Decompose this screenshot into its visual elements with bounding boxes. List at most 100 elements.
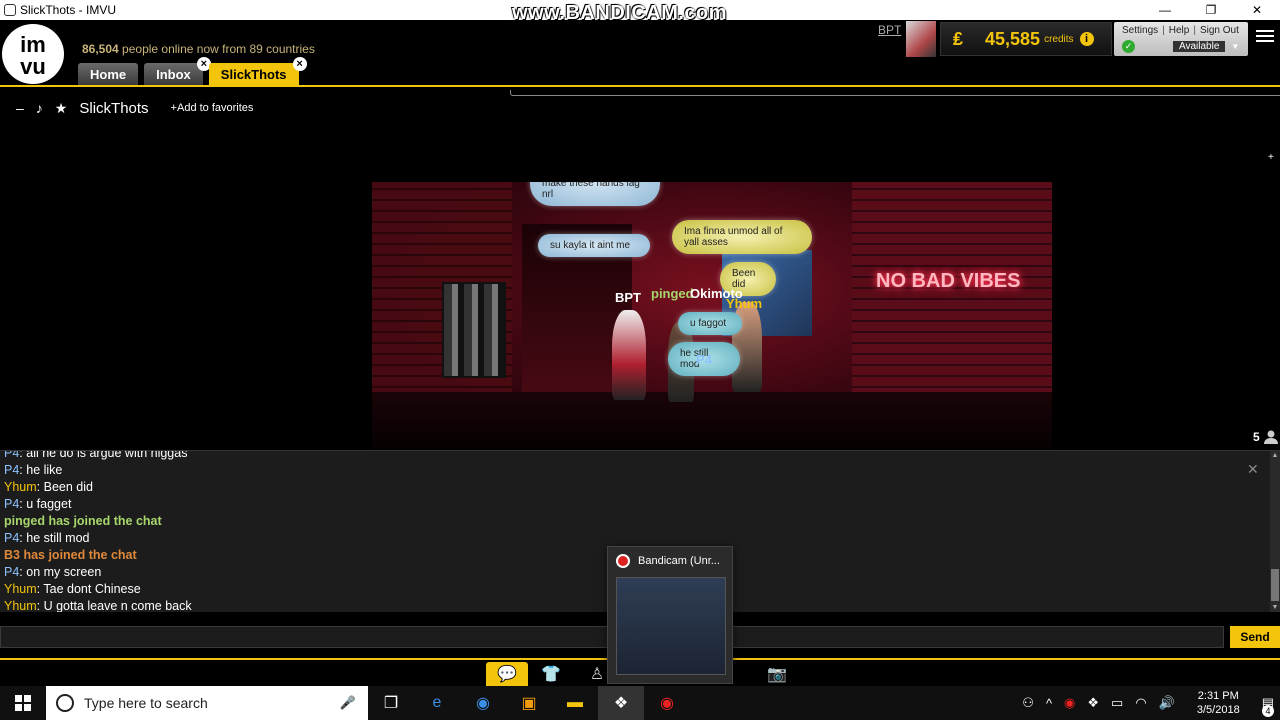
chat-line: P4: he still mod xyxy=(4,530,1204,547)
taskbar-search[interactable]: Type here to search 🎤 xyxy=(46,686,368,720)
chat-author[interactable]: Yhum xyxy=(4,480,37,494)
battery-icon[interactable]: ▭ xyxy=(1111,695,1123,711)
camera-icon[interactable]: 📷 xyxy=(756,662,798,686)
name-tag: pinged xyxy=(651,286,694,301)
chat-author[interactable]: P4 xyxy=(4,565,19,579)
close-tab-icon[interactable]: × xyxy=(292,57,307,71)
close-icon[interactable]: ✕ xyxy=(1234,0,1280,20)
account-links: Settings | Help | Sign Out xyxy=(1122,25,1239,36)
speech-bubble: nigga u can make me lag on vu but cant m… xyxy=(530,182,660,206)
chat-author[interactable]: Yhum xyxy=(4,582,37,596)
tab-home[interactable]: Home xyxy=(78,63,139,85)
status-dropdown[interactable]: ✓ Available ▼ xyxy=(1122,40,1242,53)
speech-bubble: u faggot xyxy=(678,312,742,335)
store-icon[interactable]: ▣ xyxy=(506,686,552,720)
menu-icon[interactable] xyxy=(1256,30,1274,44)
microphone-icon[interactable]: 🎤 xyxy=(340,695,356,711)
avatar[interactable] xyxy=(906,21,936,57)
imvu-logo[interactable]: im vu xyxy=(0,22,66,86)
restore-icon[interactable]: ❐ xyxy=(1188,0,1234,20)
tab-home-label: Home xyxy=(90,66,127,82)
bandicam-preview-popup[interactable]: Bandicam (Unr... xyxy=(607,546,733,684)
chat-message: Been did xyxy=(43,480,93,494)
star-icon[interactable]: ★ xyxy=(55,100,68,117)
credits-box[interactable]: ₤ 45,585 credits i xyxy=(940,22,1112,56)
add-favorites-button[interactable]: +Add to favorites xyxy=(171,102,254,114)
chat-author[interactable]: P4 xyxy=(4,497,19,511)
imvu-taskbar-icon[interactable]: ❖ xyxy=(598,686,644,720)
notification-icon[interactable]: ▤ 4 xyxy=(1262,695,1274,717)
chat-author[interactable]: Yhum xyxy=(4,599,37,612)
status-label: Available xyxy=(1173,41,1226,52)
neon-sign: NO BAD VIBES xyxy=(876,270,1021,292)
separator: | xyxy=(1193,25,1196,36)
floor xyxy=(372,392,1052,452)
name-tag: Yhum xyxy=(726,296,763,311)
windows-start-icon[interactable] xyxy=(0,686,46,720)
record-tray-icon[interactable]: ◉ xyxy=(1064,695,1075,711)
credits-amount: 45,585 xyxy=(985,28,1041,49)
occupant-count[interactable]: 5 xyxy=(1253,430,1278,444)
chat-line: Yhum: Tae dont Chinese xyxy=(4,581,1204,598)
chat-author[interactable]: P4 xyxy=(4,451,19,460)
notification-count: 4 xyxy=(1262,705,1274,717)
tab-room-label: SlickThots xyxy=(220,66,287,82)
bandicam-taskbar-icon[interactable]: ◉ xyxy=(644,686,690,720)
sign-out-link[interactable]: Sign Out xyxy=(1200,25,1239,36)
chat-line: P4: all he do is argue with niggas xyxy=(4,451,1204,462)
minimize-icon[interactable]: — xyxy=(1142,0,1188,20)
chevron-down-icon: ▼ xyxy=(1231,42,1240,51)
minimize-room-icon[interactable]: – xyxy=(16,100,24,116)
folder-icon[interactable]: ▬ xyxy=(552,686,598,720)
scroll-thumb[interactable] xyxy=(1271,569,1279,601)
room-bar: – ♪ ★ SlickThots +Add to favorites xyxy=(0,94,1280,122)
chat-message: he like xyxy=(26,463,63,477)
avatar-bpt[interactable] xyxy=(612,310,646,400)
volume-icon[interactable]: 🔊 xyxy=(1159,695,1175,711)
dropbox-icon[interactable]: ❖ xyxy=(1087,695,1099,711)
expand-icon[interactable]: + xyxy=(1268,152,1274,163)
chat-author[interactable]: P4 xyxy=(4,463,19,477)
help-link[interactable]: Help xyxy=(1169,25,1190,36)
chat-line: Yhum: U gotta leave n come back xyxy=(4,598,1204,612)
app-icon[interactable]: ◉ xyxy=(460,686,506,720)
online-count: 86,504 xyxy=(82,42,119,56)
scroll-up-icon[interactable]: ▲ xyxy=(1270,451,1280,461)
help-icon[interactable]: i xyxy=(1079,32,1094,46)
chat-bubble-icon[interactable]: 💬 xyxy=(486,662,528,686)
wifi-icon[interactable]: ◠ xyxy=(1135,695,1146,711)
chat-scrollbar[interactable]: ▲ ▼ xyxy=(1270,451,1280,612)
username-link[interactable]: BPT xyxy=(878,23,901,37)
edge-icon[interactable]: e xyxy=(414,686,460,720)
chat-message: on my screen xyxy=(26,565,102,579)
task-view-icon[interactable]: ❐ xyxy=(368,686,414,720)
settings-link[interactable]: Settings xyxy=(1122,25,1158,36)
tab-room[interactable]: SlickThots × xyxy=(208,57,307,85)
close-chat-icon[interactable]: ✕ xyxy=(1247,461,1259,478)
speech-bubble: su kayla it aint me xyxy=(538,234,650,257)
tab-inbox[interactable]: Inbox × xyxy=(144,57,211,85)
people-icon[interactable]: ⚇ xyxy=(1022,695,1034,711)
online-label: people online now from 89 countries xyxy=(122,42,315,56)
online-count-text: 86,504 people online now from 89 countri… xyxy=(82,42,315,56)
people-icon xyxy=(1263,430,1278,444)
send-button[interactable]: Send xyxy=(1230,626,1280,648)
system-tray: ⚇ ^ ◉ ❖ ▭ ◠ 🔊 2:31 PM 3/5/2018 ▤ 4 xyxy=(1016,686,1280,720)
name-tag: P4 xyxy=(696,352,712,367)
occupant-number: 5 xyxy=(1253,430,1260,444)
chat-line: pinged has joined the chat xyxy=(4,514,162,528)
taskbar-clock[interactable]: 2:31 PM 3/5/2018 xyxy=(1191,689,1246,717)
check-icon: ✓ xyxy=(1122,40,1135,53)
chat-line: Yhum: Been did xyxy=(4,479,1204,496)
shirt-icon[interactable]: 👕 xyxy=(530,662,572,686)
room-scene[interactable]: NO BAD VIBES nigga u can make me lag on … xyxy=(372,182,1052,452)
search-placeholder: Type here to search xyxy=(84,695,208,711)
chat-line: B3 has joined the chat xyxy=(4,548,137,562)
chat-author[interactable]: P4 xyxy=(4,531,19,545)
tab-inbox-label: Inbox xyxy=(156,66,191,82)
music-icon[interactable]: ♪ xyxy=(36,100,43,116)
chat-message: Tae dont Chinese xyxy=(43,582,141,596)
scroll-down-icon[interactable]: ▼ xyxy=(1270,603,1280,612)
add-favorites-label: Add to favorites xyxy=(176,102,254,114)
chevron-up-icon[interactable]: ^ xyxy=(1046,696,1052,711)
